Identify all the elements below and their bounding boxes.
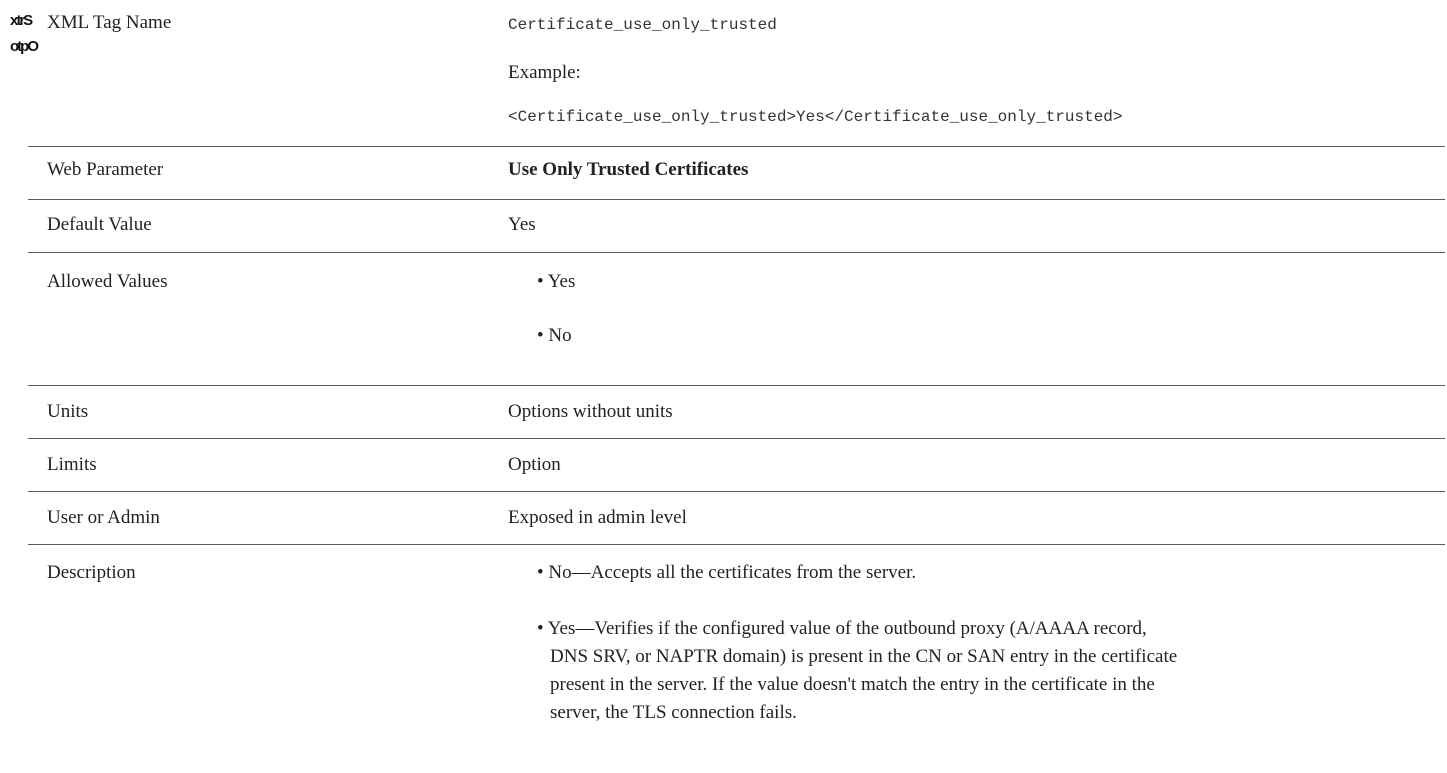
description-item-continued: present in the server. If the value does… — [550, 674, 1155, 695]
units-label: Units — [47, 401, 89, 422]
row-web-parameter: Web Parameter Use Only Trusted Certifica… — [28, 147, 1445, 198]
description-item-continued: server, the TLS connection fails. — [550, 702, 797, 723]
description-item: • No—Accepts all the certificates from t… — [537, 562, 917, 583]
row-limits: Limits Option — [28, 439, 1445, 491]
web-parameter-label: Web Parameter — [47, 159, 164, 180]
user-or-admin-label: User or Admin — [47, 507, 160, 528]
description-item: • Yes—Verifies if the configured value o… — [537, 618, 1147, 639]
allowed-value-item: • No — [537, 325, 572, 346]
limits-value: Option — [508, 454, 561, 475]
allowed-value-item: • Yes — [537, 271, 576, 292]
row-default-value: Default Value Yes — [28, 200, 1445, 251]
xml-example-value: <Certificate_use_only_trusted>Yes</Certi… — [508, 108, 1123, 126]
xml-tag-value: Certificate_use_only_trusted — [508, 16, 777, 34]
web-parameter-value: Use Only Trusted Certificates — [508, 159, 749, 180]
xml-tag-label: XML Tag Name — [47, 12, 172, 33]
row-allowed-values: Allowed Values • Yes • No — [28, 253, 1445, 367]
description-label: Description — [47, 562, 136, 583]
user-or-admin-value: Exposed in admin level — [508, 507, 687, 528]
units-value: Options without units — [508, 401, 673, 422]
row-units: Units Options without units — [28, 386, 1445, 438]
default-value-label: Default Value — [47, 214, 152, 235]
limits-label: Limits — [47, 454, 97, 475]
xml-example-label: Example: — [508, 62, 581, 83]
description-item-continued: DNS SRV, or NAPTR domain) is present in … — [550, 646, 1178, 667]
row-xml-tag-name: XML Tag Name Certificate_use_only_truste… — [28, 0, 1445, 146]
parameter-page: xtrS otpO XML Tag Name Certificate_use_o… — [0, 0, 1447, 773]
allowed-values-label: Allowed Values — [47, 271, 168, 292]
default-value-value: Yes — [508, 214, 536, 235]
row-user-or-admin: User or Admin Exposed in admin level — [28, 492, 1445, 544]
row-description: Description • No—Accepts all the certifi… — [28, 545, 1445, 771]
